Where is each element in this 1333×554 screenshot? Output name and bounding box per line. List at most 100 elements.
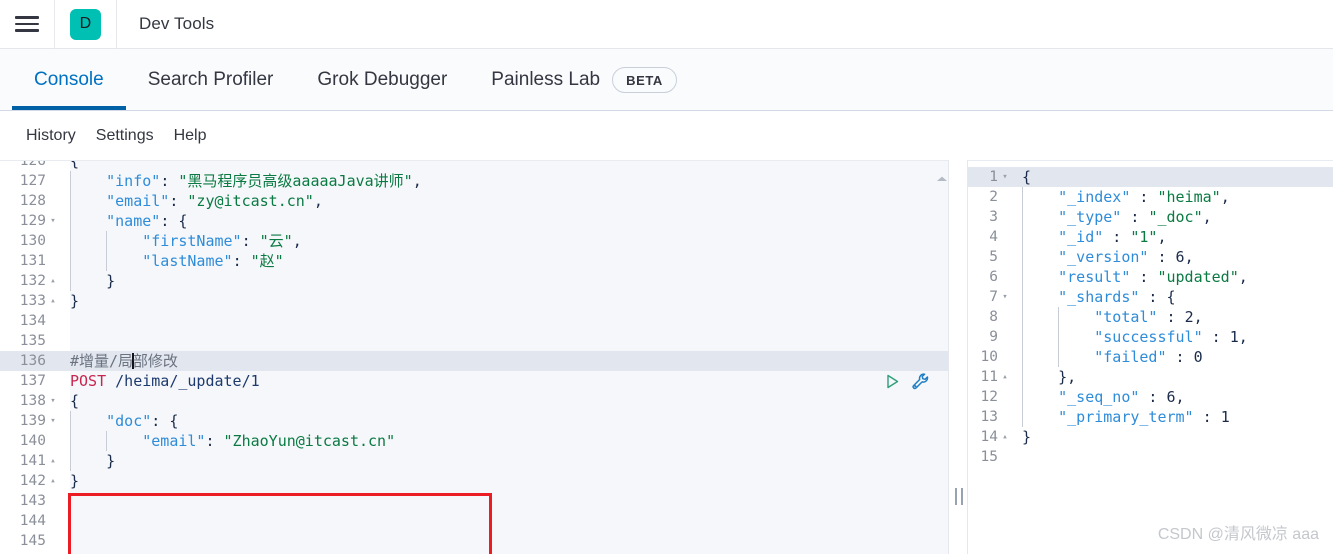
code-text: }, [1022, 367, 1076, 387]
fold-toggle-icon[interactable]: ▾ [998, 287, 1012, 307]
fold-toggle-icon[interactable]: ▾ [46, 391, 60, 411]
code-text: #增量/局部修改 [70, 352, 178, 370]
request-editor-pane[interactable]: 126{127 "info": "黑马程序员高级aaaaaJava讲师", 128… [0, 160, 948, 554]
top-navigation-bar: D Dev Tools [0, 0, 1333, 49]
line-number: 1 [968, 167, 998, 187]
code-line[interactable]: 138 ▾ { [0, 391, 948, 411]
code-text: "total" : 2, [1022, 307, 1203, 327]
line-number: 9 [968, 327, 998, 347]
line-number: 6 [968, 267, 998, 287]
submenu-item-help[interactable]: Help [164, 127, 217, 145]
code-line[interactable]: 134 [0, 311, 948, 331]
code-line[interactable]: 10 "failed" : 0 [968, 347, 1333, 367]
code-text: "successful" : 1, [1022, 327, 1248, 347]
fold-toggle-icon[interactable]: ▴ [998, 367, 1012, 387]
code-line[interactable]: 137 POST /heima/_update/1 [0, 371, 948, 391]
scroll-up-icon[interactable] [936, 170, 948, 181]
code-line[interactable]: 14 ▴} [968, 427, 1333, 447]
code-text: "name": { [70, 211, 187, 231]
tab-label: Console [34, 69, 104, 90]
code-text: "_seq_no" : 6, [1022, 387, 1185, 407]
code-line[interactable]: 128 "email": "zy@itcast.cn", [0, 191, 948, 211]
fold-toggle-icon[interactable]: ▾ [46, 411, 60, 431]
code-line[interactable]: 143 [0, 491, 948, 511]
line-number: 144 [0, 511, 46, 531]
tab-search-profiler[interactable]: Search Profiler [126, 50, 296, 110]
code-line[interactable]: 141 ▴ } [0, 451, 948, 471]
line-number: 12 [968, 387, 998, 407]
request-action-icons [884, 372, 930, 391]
code-line[interactable]: 12 "_seq_no" : 6, [968, 387, 1333, 407]
code-line[interactable]: 145 [0, 531, 948, 551]
line-number: 128 [0, 191, 46, 211]
submenu-item-history[interactable]: History [16, 127, 86, 145]
line-number: 7 [968, 287, 998, 307]
fold-toggle-icon[interactable]: ▾ [46, 211, 60, 231]
fold-toggle-icon[interactable]: ▴ [998, 427, 1012, 447]
fold-toggle-icon[interactable]: ▾ [998, 167, 1012, 187]
fold-toggle-icon[interactable]: ▴ [46, 451, 60, 471]
watermark-text: CSDN @清风微凉 aaa [1157, 526, 1319, 543]
page-title-wrap: Dev Tools [117, 0, 214, 49]
response-viewer-pane[interactable]: 1 ▾{2 "_index" : "heima", 3 "_type" : "_do… [968, 160, 1333, 554]
tab-console[interactable]: Console [12, 50, 126, 110]
code-line[interactable]: 1 ▾ { [968, 167, 1333, 187]
code-line[interactable]: 139 ▾ "doc": { [0, 411, 948, 431]
code-line[interactable]: 4 "_id" : "1", [968, 227, 1333, 247]
fold-toggle-icon[interactable]: ▴ [46, 291, 60, 311]
code-line[interactable]: 3 "_type" : "_doc", [968, 207, 1333, 227]
line-number: 139 [0, 411, 46, 431]
fold-toggle-icon[interactable]: ▴ [46, 471, 60, 491]
code-text: "_type" : "_doc", [1022, 207, 1212, 227]
pane-splitter[interactable] [948, 160, 968, 554]
submenu-item-settings[interactable]: Settings [86, 127, 164, 145]
page-title: Dev Tools [139, 14, 215, 33]
code-line[interactable]: 142 ▴} [0, 471, 948, 491]
play-icon[interactable] [884, 373, 901, 390]
tab-painless-lab[interactable]: Painless Lab BETA [469, 50, 699, 110]
code-line[interactable]: 15 [968, 447, 1333, 467]
code-line[interactable]: 129 ▾ "name": { [0, 211, 948, 231]
code-text: { [70, 160, 80, 170]
code-line[interactable]: 126 { [0, 160, 948, 171]
app-logo[interactable]: D [55, 0, 117, 49]
code-line[interactable]: 6 "result" : "updated", [968, 267, 1333, 287]
line-number: 134 [0, 311, 46, 331]
tab-grok-debugger[interactable]: Grok Debugger [295, 50, 469, 110]
code-line[interactable]: 2 "_index" : "heima", [968, 187, 1333, 207]
tab-label: Search Profiler [147, 69, 274, 90]
line-number: 11 [968, 367, 998, 387]
splitter-grip-icon[interactable] [955, 488, 963, 505]
code-line[interactable]: 127 "info": "黑马程序员高级aaaaaJava讲师", [0, 171, 948, 191]
code-line[interactable]: 8 "total" : 2, [968, 307, 1333, 327]
code-line[interactable]: 136 #增量/局部修改 [0, 351, 948, 371]
hamburger-icon[interactable] [15, 16, 39, 32]
request-code[interactable]: 126{127 "info": "黑马程序员高级aaaaaJava讲师", 128… [0, 160, 948, 551]
code-line[interactable]: 9 "successful" : 1, [968, 327, 1333, 347]
code-line[interactable]: 131 "lastName": "赵" [0, 251, 948, 271]
line-number: 130 [0, 231, 46, 251]
wrench-icon[interactable] [911, 372, 930, 391]
line-number: 131 [0, 251, 46, 271]
code-line[interactable]: 140 "email": "ZhaoYun@itcast.cn" [0, 431, 948, 451]
code-line[interactable]: 7 ▾ "_shards" : { [968, 287, 1333, 307]
code-line[interactable]: 13 "_primary_term" : 1 [968, 407, 1333, 427]
code-line[interactable]: 11 ▴ }, [968, 367, 1333, 387]
code-text: } [1022, 428, 1032, 446]
response-code: 1 ▾{2 "_index" : "heima", 3 "_type" : "_do… [968, 167, 1333, 467]
menu-toggle-button[interactable] [0, 0, 55, 49]
line-number: 15 [968, 447, 998, 467]
code-line[interactable]: 133 ▴} [0, 291, 948, 311]
line-number: 10 [968, 347, 998, 367]
code-line[interactable]: 144 [0, 511, 948, 531]
code-text: "failed" : 0 [1022, 347, 1203, 367]
code-line[interactable]: 135 [0, 331, 948, 351]
line-number: 141 [0, 451, 46, 471]
code-text: "firstName": "云", [70, 231, 302, 251]
code-line[interactable]: 132 ▴ } [0, 271, 948, 291]
code-text: "_primary_term" : 1 [1022, 407, 1230, 427]
code-line[interactable]: 130 "firstName": "云", [0, 231, 948, 251]
code-line[interactable]: 5 "_version" : 6, [968, 247, 1333, 267]
tab-label: Painless Lab [491, 69, 601, 90]
fold-toggle-icon[interactable]: ▴ [46, 271, 60, 291]
